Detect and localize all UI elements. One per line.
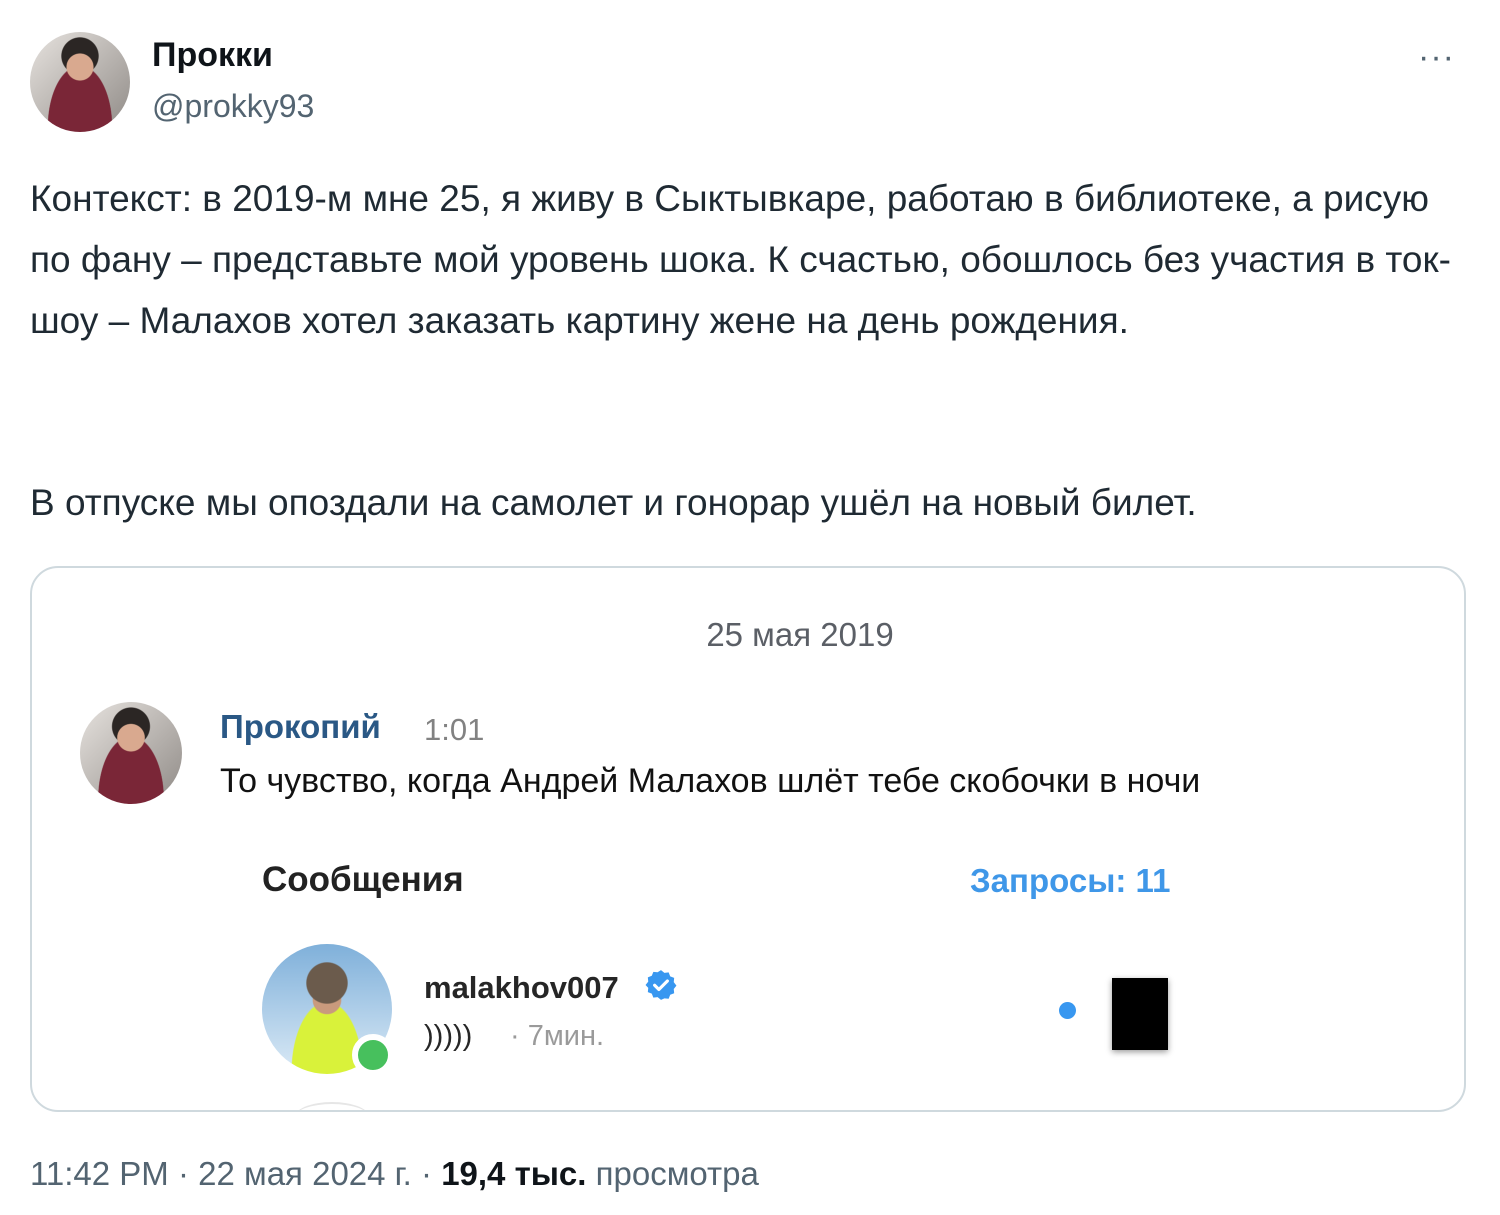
author-handle[interactable]: @prokky93 (152, 88, 314, 125)
tweet-metadata: 11:42 PM · 22 мая 2024 г. · 19,4 тыс. пр… (30, 1155, 759, 1193)
next-conversation-avatar (294, 1102, 370, 1110)
tweet-date[interactable]: 22 мая 2024 г. (198, 1155, 412, 1192)
message-sender-name: Прокопий (220, 708, 381, 745)
requests-link: Запросы: 11 (970, 862, 1171, 899)
contact-username: malakhov007 (424, 970, 619, 1005)
sender-avatar (80, 702, 182, 804)
view-count: 19,4 тыс. (441, 1155, 587, 1192)
author-avatar[interactable] (30, 32, 130, 132)
last-message-time: · 7мин. (510, 1020, 605, 1052)
verified-badge-icon (644, 968, 678, 1007)
inbox-title: Сообщения (262, 860, 464, 899)
view-count-label: просмотра (586, 1155, 759, 1192)
meta-separator: · (168, 1155, 199, 1192)
media-attachment[interactable]: 25 мая 2019 Прокопий 1:01 То чувство, ко… (30, 566, 1466, 1112)
meta-separator: · (411, 1155, 442, 1192)
unread-indicator-icon (1059, 1002, 1076, 1019)
redaction-block (1112, 978, 1168, 1050)
more-options-icon[interactable]: ··· (1418, 38, 1455, 77)
online-status-icon (352, 1034, 394, 1076)
last-message-preview: ))))) (424, 1020, 473, 1052)
tweet-time[interactable]: 11:42 PM (30, 1155, 169, 1192)
tweet-text-paragraph-1: Контекст: в 2019-м мне 25, я живу в Сыкт… (30, 178, 1451, 341)
message-text: То чувство, когда Андрей Малахов шлёт те… (220, 762, 1201, 800)
tweet-text-paragraph-2: В отпуске мы опоздали на самолет и гонор… (30, 482, 1197, 523)
author-name[interactable]: Прокки (152, 36, 273, 75)
message-time: 1:01 (424, 712, 485, 747)
chat-date: 25 мая 2019 (706, 616, 894, 653)
